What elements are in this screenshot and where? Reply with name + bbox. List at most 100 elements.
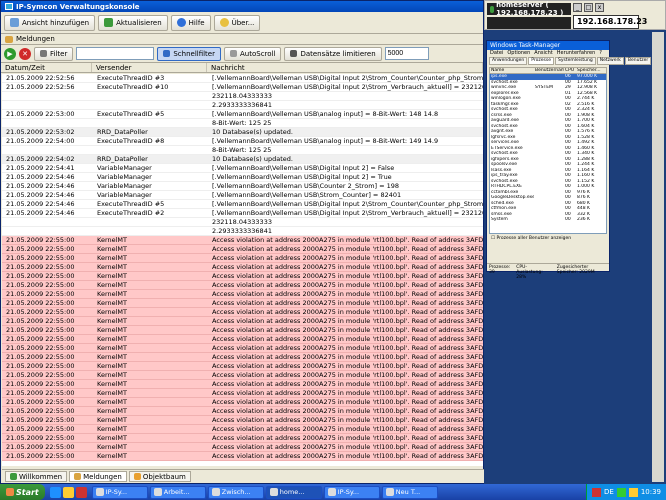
table-row[interactable]: 21.05.2009 22:55:00 KernelMT Access violat… (2, 407, 483, 416)
table-row[interactable]: 21.05.2009 22:55:00 KernelMT Access violat… (2, 263, 483, 272)
ie-icon[interactable] (49, 486, 61, 498)
tab-object-tree[interactable]: Objektbaum (128, 471, 191, 482)
tray-lang-icon[interactable] (591, 487, 601, 497)
process-column-name[interactable]: Name (490, 68, 534, 73)
tm-menu-item[interactable]: ? (599, 50, 602, 57)
table-row[interactable]: 21.05.2009 22:55:00 KernelMT Access violat… (2, 236, 483, 245)
tm-tab[interactable]: Systemleistung (555, 57, 596, 65)
table-row[interactable]: 21.05.2009 22:54:46 VariableManager [.Vell… (2, 182, 483, 191)
table-row[interactable]: 2.2933333336841 (2, 227, 483, 236)
table-row[interactable]: 21.05.2009 22:55:00 KernelMT Access violat… (2, 452, 483, 461)
refresh-button[interactable]: Aktualisieren (98, 14, 168, 31)
table-row[interactable]: 21.05.2009 22:54:02 RRD_DataPoller 10 Data… (2, 155, 483, 164)
table-row[interactable]: 21.05.2009 22:52:56 ExecuteThreadID #3 [.V… (2, 74, 483, 83)
limit-records-button[interactable]: Datensätze limitieren (284, 46, 382, 61)
table-row[interactable]: 21.05.2009 22:54:46 ExecuteThreadID #2 [.V… (2, 209, 483, 218)
table-row[interactable]: 21.05.2009 22:54:00 ExecuteThreadID #8 [.V… (2, 137, 483, 146)
taskbar-item[interactable]: IP-Sy... (91, 485, 148, 499)
process-column-user[interactable]: Benutzername (534, 68, 564, 73)
folder-icon[interactable] (62, 486, 74, 498)
filter-input[interactable] (76, 47, 155, 60)
process-row[interactable]: System 00 236 K (490, 217, 606, 223)
table-row[interactable]: 21.05.2009 22:55:00 KernelMT Access violat… (2, 380, 483, 389)
table-row[interactable]: 21.05.2009 22:54:46 ExecuteThreadID #5 [.V… (2, 200, 483, 209)
table-row[interactable]: 21.05.2009 22:55:00 KernelMT Access violat… (2, 308, 483, 317)
about-button[interactable]: Über... (213, 14, 261, 31)
table-row[interactable]: 2.2933333336841 (2, 101, 483, 110)
process-column-memory[interactable]: Speicher... (576, 68, 604, 73)
column-header-sender[interactable]: Versender (92, 63, 207, 72)
tm-tab[interactable]: Netzwerk (596, 57, 624, 65)
tm-tab[interactable]: Anwendungen (489, 57, 528, 65)
language-indicator[interactable]: DE (604, 488, 614, 496)
taskbar-item[interactable]: Neu T... (381, 485, 438, 499)
limit-value-input[interactable] (384, 47, 429, 60)
table-row[interactable]: 21.05.2009 22:54:41 VariableManager [.Vell… (2, 164, 483, 173)
table-row[interactable]: 21.05.2009 22:54:46 VariableManager [.Vell… (2, 191, 483, 200)
start-button[interactable]: Start (0, 484, 45, 500)
tm-menu-item[interactable]: Datei (490, 50, 503, 57)
table-row[interactable]: 21.05.2009 22:55:00 KernelMT Access violat… (2, 299, 483, 308)
close-vnc-icon[interactable]: x (595, 3, 604, 12)
tm-menu-item[interactable]: Herunterfahren (557, 50, 596, 57)
tray-volume-icon[interactable] (628, 487, 638, 497)
taskbar-item[interactable]: IP-Sy... (323, 485, 380, 499)
play-icon[interactable]: ▶ (4, 47, 16, 60)
minimize-icon[interactable]: _ (573, 3, 582, 12)
process-list[interactable]: ips.exe 06 97.000 Ksvchost.exe 00 17.652 Kwi… (489, 74, 607, 234)
table-row[interactable]: 21.05.2009 22:55:00 KernelMT Access violat… (2, 434, 483, 443)
table-row[interactable]: 21.05.2009 22:55:00 KernelMT Access violat… (2, 335, 483, 344)
table-row[interactable]: 8-Bit-Wert: 125 25 (2, 146, 483, 155)
process-column-cpu[interactable]: CPU (564, 68, 576, 73)
autoscroll-button[interactable]: AutoScroll (224, 46, 282, 61)
table-row[interactable]: 21.05.2009 22:54:46 VariableManager [.Vell… (2, 173, 483, 182)
add-view-button[interactable]: Ansicht hinzufügen (4, 14, 96, 31)
help-button[interactable]: Hilfe (170, 14, 211, 31)
table-row[interactable]: 21.05.2009 22:55:00 KernelMT Access violat… (2, 326, 483, 335)
table-row[interactable]: 21.05.2009 22:55:00 KernelMT Access violat… (2, 389, 483, 398)
filter-button[interactable]: Filter (34, 46, 74, 61)
table-row[interactable]: 21.05.2009 22:55:00 KernelMT Access violat… (2, 344, 483, 353)
messages-table[interactable]: 21.05.2009 22:52:56 ExecuteThreadID #3 [.V… (2, 74, 483, 466)
remote-scrollbar[interactable] (652, 32, 664, 482)
tab-messages[interactable]: Meldungen (69, 471, 127, 482)
taskbar-item[interactable]: Zwisch... (207, 485, 264, 499)
maximize-icon[interactable]: □ (584, 3, 593, 12)
table-row[interactable]: 21.05.2009 22:55:00 KernelMT Access violat… (2, 443, 483, 452)
tm-menu-item[interactable]: Ansicht (534, 50, 552, 57)
welcome-icon (10, 473, 17, 480)
table-row[interactable]: 21.05.2009 22:53:02 RRD_DataPoller 10 Data… (2, 128, 483, 137)
taskbar-item[interactable]: home... (265, 485, 322, 499)
vnc-address-field[interactable]: 192.168.178.23 (573, 15, 647, 29)
column-header-datetime[interactable]: Datum/Zeit (1, 63, 92, 72)
table-row[interactable]: 21.05.2009 22:55:00 KernelMT Access violat… (2, 371, 483, 380)
table-row[interactable]: 21.05.2009 22:55:00 KernelMT Access violat… (2, 272, 483, 281)
table-row[interactable]: 21.05.2009 22:55:00 KernelMT Access violat… (2, 362, 483, 371)
table-row[interactable]: 21.05.2009 22:55:00 KernelMT Access violat… (2, 290, 483, 299)
table-row[interactable]: 21.05.2009 22:55:00 KernelMT Access violat… (2, 416, 483, 425)
tm-tab[interactable]: Prozesse (528, 57, 555, 65)
table-row[interactable]: 21.05.2009 22:53:00 ExecuteThreadID #5 [.V… (2, 110, 483, 119)
cell-sender: KernelMT (97, 308, 127, 316)
quick-filter-button[interactable]: Schnellfilter (157, 46, 221, 61)
close-icon[interactable]: ✕ (19, 47, 31, 60)
media-icon[interactable] (75, 486, 87, 498)
table-row[interactable]: 21.05.2009 22:55:00 KernelMT Access violat… (2, 281, 483, 290)
table-row[interactable]: 21.05.2009 22:55:00 KernelMT Access violat… (2, 254, 483, 263)
column-header-message[interactable]: Nachricht (207, 63, 483, 72)
tray-network-icon[interactable] (616, 487, 626, 497)
table-row[interactable]: 232118.04333333 (2, 218, 483, 227)
table-row[interactable]: 8-Bit-Wert: 125 25 (2, 119, 483, 128)
table-row[interactable]: 21.05.2009 22:55:00 KernelMT Access violat… (2, 398, 483, 407)
taskbar-item[interactable]: Arbeit... (149, 485, 206, 499)
table-row[interactable]: 232118.04333333 (2, 92, 483, 101)
show-all-processes-checkbox[interactable]: ☐ Prozesse aller Benutzer anzeigen (487, 234, 609, 243)
table-row[interactable]: 21.05.2009 22:52:56 ExecuteThreadID #10 [.… (2, 83, 483, 92)
tm-menu-item[interactable]: Optionen (507, 50, 530, 57)
table-row[interactable]: 21.05.2009 22:55:00 KernelMT Access violat… (2, 353, 483, 362)
tm-tab[interactable]: Benutzer (624, 57, 652, 65)
table-row[interactable]: 21.05.2009 22:55:00 KernelMT Access violat… (2, 317, 483, 326)
table-row[interactable]: 21.05.2009 22:55:00 KernelMT Access violat… (2, 425, 483, 434)
table-row[interactable]: 21.05.2009 22:55:00 KernelMT Access violat… (2, 245, 483, 254)
tab-welcome[interactable]: Willkommen (5, 471, 68, 482)
